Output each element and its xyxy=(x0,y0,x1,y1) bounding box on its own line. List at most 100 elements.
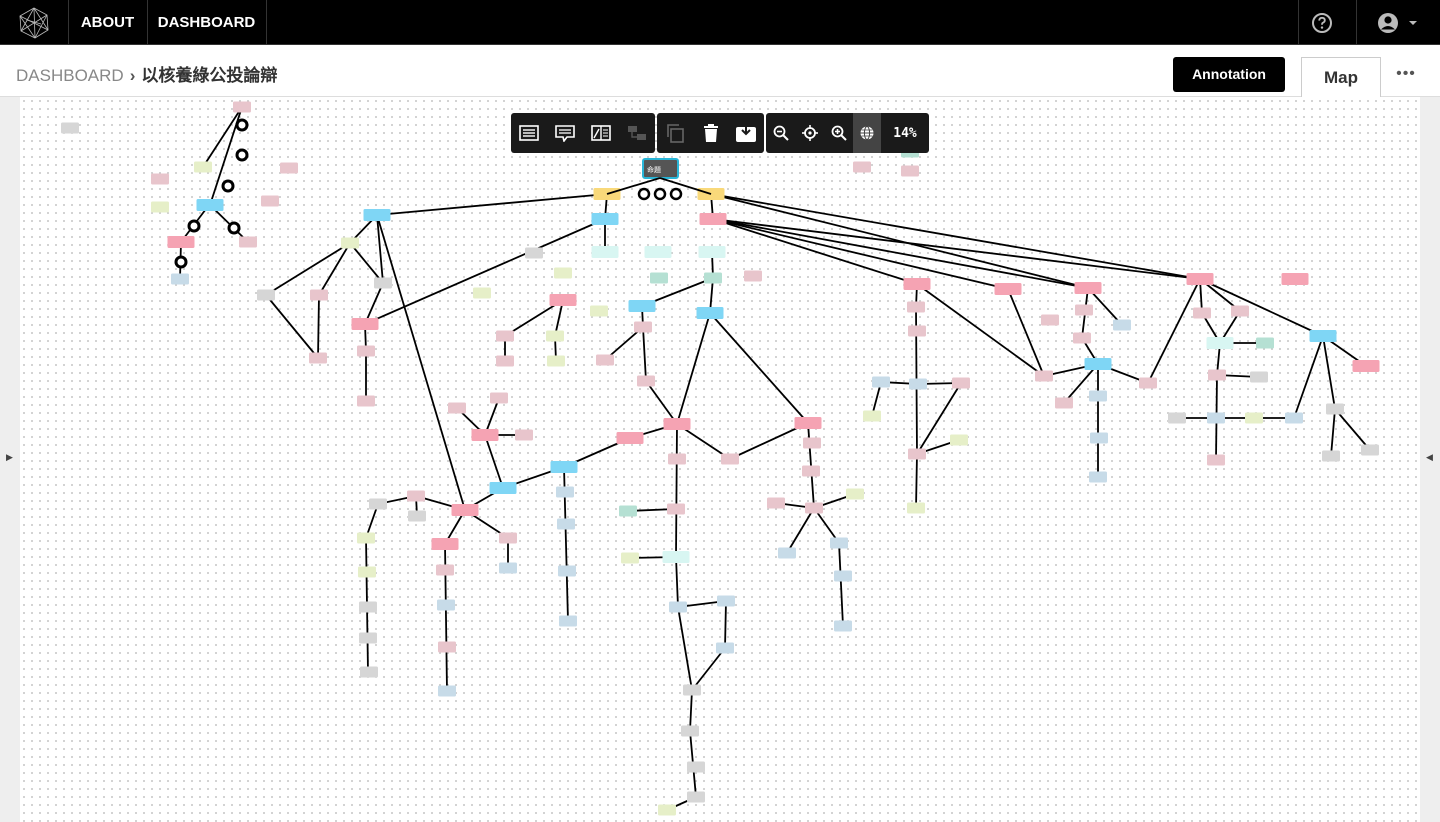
map-link[interactable] xyxy=(838,542,844,627)
map-node[interactable] xyxy=(341,237,359,249)
map-node[interactable] xyxy=(261,195,279,207)
map-node[interactable] xyxy=(408,510,426,522)
map-node[interactable] xyxy=(716,642,734,654)
map-link[interactable] xyxy=(915,453,918,509)
map-link[interactable] xyxy=(676,312,711,425)
left-panel-toggle[interactable]: ▶ xyxy=(0,97,20,822)
map-link[interactable] xyxy=(642,326,647,382)
map-node[interactable] xyxy=(1206,337,1234,349)
link-handle-icon[interactable] xyxy=(221,179,235,193)
link-tool-icon[interactable] xyxy=(619,113,655,153)
map-node[interactable] xyxy=(1361,444,1379,456)
map-node[interactable] xyxy=(767,497,785,509)
map-node[interactable] xyxy=(1035,370,1053,382)
map-link[interactable] xyxy=(1330,408,1336,457)
map-link[interactable] xyxy=(786,507,815,554)
map-node[interactable] xyxy=(1186,273,1214,285)
map-link[interactable] xyxy=(712,218,1201,280)
map-node[interactable] xyxy=(834,620,852,632)
map-node[interactable] xyxy=(438,685,456,697)
copy-icon[interactable] xyxy=(657,113,693,153)
map-node[interactable] xyxy=(489,482,517,494)
map-node[interactable] xyxy=(167,236,195,248)
map-link[interactable] xyxy=(645,380,678,425)
map-node[interactable] xyxy=(151,201,169,213)
map-link[interactable] xyxy=(675,423,678,558)
zoom-in-icon[interactable] xyxy=(824,113,853,153)
map-node[interactable] xyxy=(557,518,575,530)
map-link[interactable] xyxy=(1293,335,1324,419)
map-node[interactable] xyxy=(1073,332,1091,344)
map-node[interactable] xyxy=(549,294,577,306)
map-node[interactable] xyxy=(846,488,864,500)
map-node[interactable] xyxy=(550,461,578,473)
map-link[interactable] xyxy=(317,294,320,359)
map-node[interactable] xyxy=(591,213,619,225)
map-link[interactable] xyxy=(265,294,319,359)
map-link[interactable] xyxy=(376,214,466,511)
map-node[interactable] xyxy=(1256,337,1274,349)
nav-about[interactable]: ABOUT xyxy=(68,0,148,45)
map-node[interactable] xyxy=(309,352,327,364)
map-node[interactable] xyxy=(61,122,79,134)
map-link[interactable] xyxy=(349,242,384,284)
map-node[interactable] xyxy=(556,486,574,498)
map-node[interactable] xyxy=(668,453,686,465)
comment-icon[interactable] xyxy=(547,113,583,153)
map-node[interactable] xyxy=(830,537,848,549)
map-node[interactable] xyxy=(637,375,655,387)
map-node[interactable] xyxy=(1041,314,1059,326)
map-node[interactable] xyxy=(351,318,379,330)
map-node[interactable] xyxy=(1084,358,1112,370)
map-node[interactable] xyxy=(1285,412,1303,424)
map-link[interactable] xyxy=(202,106,243,168)
map-node[interactable] xyxy=(687,791,705,803)
map-node[interactable] xyxy=(1207,412,1225,424)
map-node[interactable] xyxy=(357,345,375,357)
map-node[interactable] xyxy=(1309,330,1337,342)
map-node[interactable] xyxy=(1250,371,1268,383)
map-link[interactable] xyxy=(1199,278,1324,337)
map-node[interactable] xyxy=(907,301,925,313)
map-node[interactable] xyxy=(901,165,919,177)
map-node[interactable] xyxy=(908,325,926,337)
map-node[interactable] xyxy=(233,101,251,113)
map-node[interactable] xyxy=(1207,454,1225,466)
map-node[interactable] xyxy=(1193,307,1211,319)
map-node[interactable] xyxy=(559,615,577,627)
map-node[interactable] xyxy=(628,300,656,312)
map-link[interactable] xyxy=(376,193,608,216)
map-node[interactable] xyxy=(359,632,377,644)
map-node[interactable] xyxy=(778,547,796,559)
map-node[interactable] xyxy=(805,502,823,514)
map-link[interactable] xyxy=(1334,408,1371,451)
map-node[interactable] xyxy=(619,505,637,517)
map-node[interactable] xyxy=(471,429,499,441)
map-node[interactable] xyxy=(794,417,822,429)
map-node[interactable] xyxy=(363,209,391,221)
map-node[interactable] xyxy=(360,666,378,678)
map-node[interactable] xyxy=(558,565,576,577)
map-node[interactable] xyxy=(310,289,328,301)
map-node[interactable] xyxy=(721,453,739,465)
map-link[interactable] xyxy=(724,600,727,649)
map-node[interactable] xyxy=(863,410,881,422)
map-node[interactable] xyxy=(1326,403,1344,415)
map-node[interactable] xyxy=(431,538,459,550)
map-node[interactable] xyxy=(438,641,456,653)
map-node[interactable] xyxy=(546,330,564,342)
map-node[interactable] xyxy=(499,532,517,544)
map-link[interactable] xyxy=(484,434,504,489)
map-node[interactable] xyxy=(448,402,466,414)
map-node[interactable] xyxy=(451,504,479,516)
map-node[interactable] xyxy=(515,429,533,441)
map-link[interactable] xyxy=(1322,335,1336,410)
map-node[interactable] xyxy=(872,376,890,388)
link-handle-icon[interactable] xyxy=(235,118,249,132)
map-node[interactable] xyxy=(650,272,668,284)
map-node[interactable] xyxy=(699,213,727,225)
breadcrumb-root[interactable]: DASHBOARD xyxy=(16,66,124,85)
map-node[interactable] xyxy=(496,330,514,342)
map-node[interactable] xyxy=(596,354,614,366)
map-node[interactable] xyxy=(257,289,275,301)
